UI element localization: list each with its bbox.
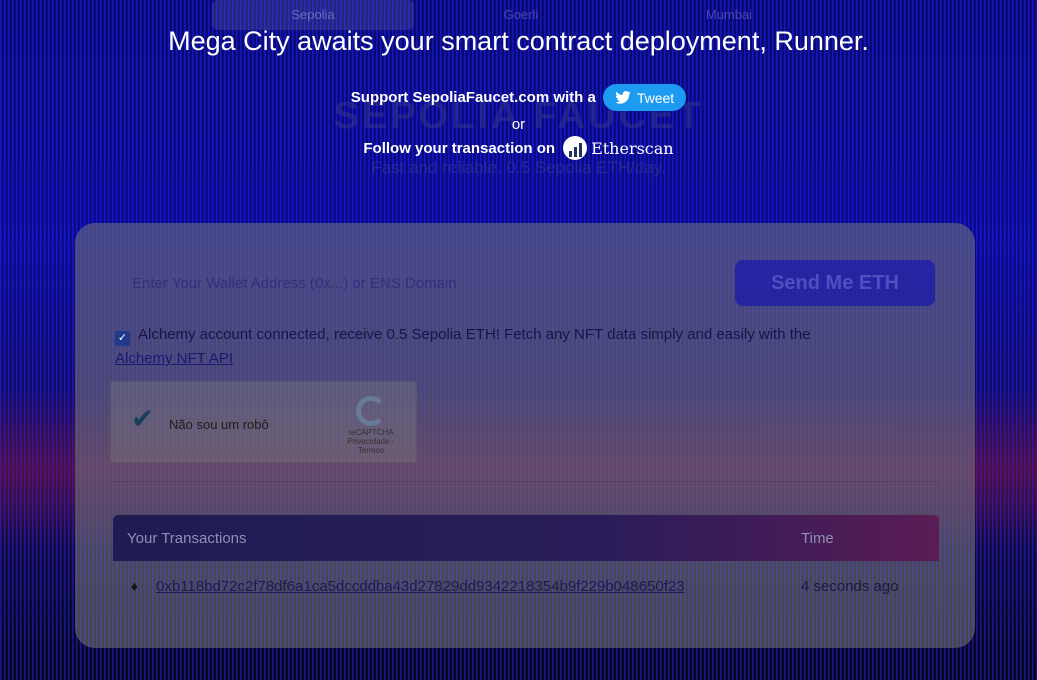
header-transactions: Your Transactions: [127, 529, 247, 547]
checkmark-icon: ✔: [131, 403, 155, 434]
send-eth-button[interactable]: Send Me ETH: [735, 260, 935, 306]
ethereum-icon: ♦: [130, 578, 139, 594]
twitter-bird-icon: [615, 91, 631, 104]
header-time: Time: [801, 529, 834, 547]
alchemy-nft-api-link[interactable]: Alchemy NFT API: [115, 350, 233, 367]
recaptcha-badge: reCAPTCHA Privacidade - Termos: [336, 396, 406, 455]
tweet-label: Tweet: [636, 89, 675, 106]
alchemy-checkbox[interactable]: ✓: [115, 331, 130, 346]
divider: [110, 481, 940, 482]
faucet-subtitle: Fast and reliable. 0.5 Sepolia ETH/day.: [371, 158, 666, 177]
wallet-address-input[interactable]: [110, 260, 710, 306]
or-text: or: [511, 116, 526, 133]
faucet-card: Send Me ETH ✓ Alchemy account connected, …: [75, 223, 975, 648]
recaptcha-brand: reCAPTCHA: [348, 428, 394, 437]
table-header: Your Transactions Time: [113, 515, 939, 561]
transaction-time: 4 seconds ago: [801, 577, 899, 595]
tweet-button[interactable]: Tweet: [602, 84, 687, 111]
follow-text: Follow your transaction on: [363, 139, 556, 157]
recaptcha-footer[interactable]: Privacidade - Termos: [336, 437, 406, 455]
table-row: ♦ 0xb118bd72c2f78df6a1ca5dccddba43d27829…: [113, 561, 939, 611]
captcha-label: Não sou um robô: [169, 417, 269, 432]
alchemy-text: Alchemy account connected, receive 0.5 S…: [138, 326, 811, 343]
etherscan-link[interactable]: Etherscan: [563, 136, 674, 160]
etherscan-label: Etherscan: [591, 138, 674, 158]
etherscan-logo-icon: [563, 136, 588, 160]
alchemy-notice: ✓ Alchemy account connected, receive 0.5 …: [115, 323, 935, 371]
support-text: Support SepoliaFaucet.com with a: [350, 89, 596, 106]
transactions-table: Your Transactions Time ♦ 0xb118bd72c2f78…: [112, 514, 940, 613]
transaction-hash-link[interactable]: 0xb118bd72c2f78df6a1ca5dccddba43d27829dd…: [156, 578, 801, 595]
follow-line: Follow your transaction on Etherscan: [0, 136, 1037, 160]
recaptcha-icon: [356, 396, 386, 426]
support-line: Support SepoliaFaucet.com with a Tweet: [0, 84, 1037, 111]
recaptcha-widget[interactable]: ✔ Não sou um robô reCAPTCHA Privacidade …: [110, 381, 417, 463]
overlay-headline: Mega City awaits your smart contract dep…: [168, 26, 869, 56]
